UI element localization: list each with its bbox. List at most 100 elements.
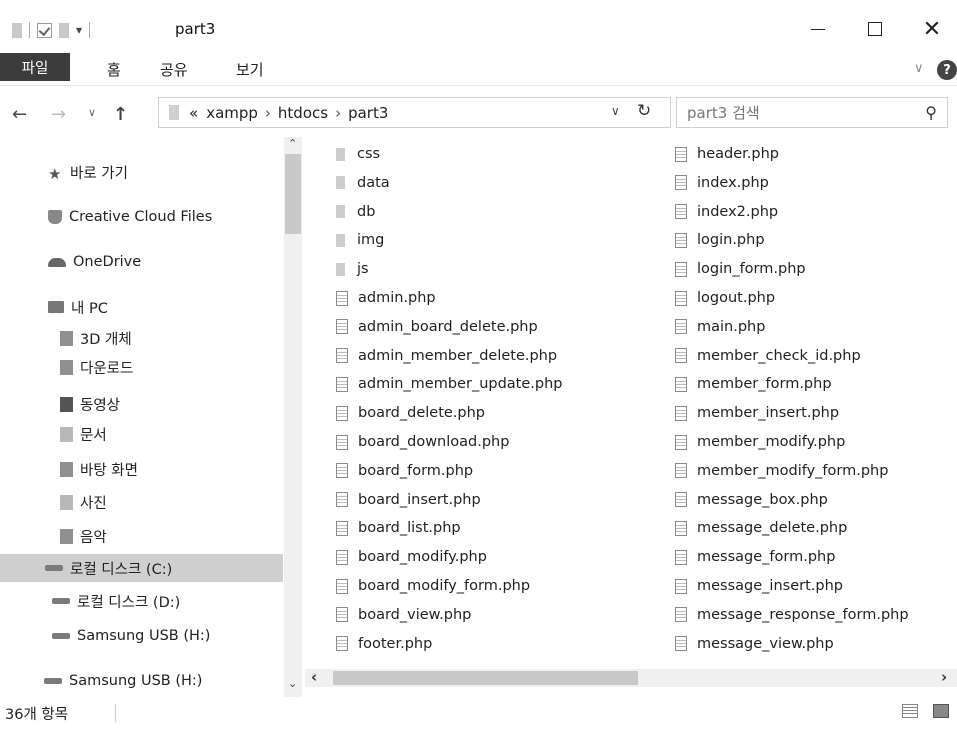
folder-item[interactable]: data	[336, 169, 390, 197]
file-item[interactable]: board_modify_form.php	[336, 572, 530, 600]
disk-drive-icon	[52, 598, 70, 604]
recent-locations-chevron-icon[interactable]: ∨	[88, 106, 96, 119]
large-icons-view-icon[interactable]	[933, 704, 949, 718]
file-item[interactable]: board_download.php	[336, 428, 509, 456]
breadcrumb-part3[interactable]: part3	[348, 104, 388, 122]
nav-item-creative-cloud[interactable]: Creative Cloud Files	[48, 203, 212, 231]
document-icon	[675, 578, 687, 594]
close-button[interactable]: ✕	[909, 14, 955, 44]
file-item[interactable]: admin_board_delete.php	[336, 313, 538, 341]
file-item[interactable]: admin_member_delete.php	[336, 342, 557, 370]
nav-item-documents[interactable]: 문서	[60, 420, 107, 448]
address-history-dropdown-icon[interactable]: ∨	[611, 104, 620, 118]
nav-item-onedrive[interactable]: OneDrive	[48, 248, 141, 276]
file-item[interactable]: header.php	[675, 140, 779, 168]
nav-item-downloads[interactable]: 다운로드	[60, 353, 133, 381]
scroll-down-arrow-icon[interactable]: ⌄	[288, 677, 297, 690]
expand-ribbon-chevron-icon[interactable]: ∨	[914, 61, 924, 76]
file-item[interactable]: board_delete.php	[336, 399, 485, 427]
file-item[interactable]: message_response_form.php	[675, 601, 909, 629]
breadcrumb-overflow[interactable]: «	[189, 104, 198, 122]
file-item[interactable]: member_check_id.php	[675, 342, 861, 370]
title-bar: ▾ part3 ✕	[0, 0, 957, 60]
scrollbar-thumb[interactable]	[333, 671, 638, 685]
nav-item-quick-access[interactable]: ★ 바로 가기	[48, 158, 128, 186]
file-item[interactable]: main.php	[675, 313, 765, 341]
nav-item-usb-root[interactable]: Samsung USB (H:)	[44, 667, 202, 695]
breadcrumb-xampp[interactable]: xampp	[206, 104, 258, 122]
file-item[interactable]: member_form.php	[675, 370, 832, 398]
scroll-up-arrow-icon[interactable]: ⌃	[288, 137, 297, 150]
customize-toolbar-dropdown-icon[interactable]: ▾	[76, 23, 82, 37]
minimize-button[interactable]	[795, 14, 841, 44]
tab-file[interactable]: 파일	[0, 53, 70, 81]
folder-item[interactable]: img	[336, 226, 384, 254]
details-view-icon[interactable]	[902, 704, 918, 718]
file-item[interactable]: board_insert.php	[336, 486, 481, 514]
file-name: message_response_form.php	[697, 606, 909, 623]
nav-item-music[interactable]: 음악	[60, 522, 107, 550]
forward-arrow-icon[interactable]: →	[51, 104, 66, 125]
file-item[interactable]: board_list.php	[336, 514, 461, 542]
properties-checkbox-icon[interactable]	[37, 22, 52, 38]
folder-item[interactable]: css	[336, 140, 380, 168]
scrollbar-thumb[interactable]	[285, 154, 301, 234]
file-item[interactable]: message_box.php	[675, 486, 828, 514]
file-item[interactable]: board_view.php	[336, 601, 471, 629]
breadcrumb-separator-icon[interactable]: ›	[265, 104, 271, 122]
file-item[interactable]: logout.php	[675, 284, 775, 312]
file-name: admin_board_delete.php	[358, 318, 538, 335]
nav-item-3d-objects[interactable]: 3D 개체	[60, 324, 132, 352]
file-item[interactable]: message_insert.php	[675, 572, 843, 600]
nav-item-local-disk-d[interactable]: 로컬 디스크 (D:)	[52, 587, 180, 615]
file-item[interactable]: login.php	[675, 226, 765, 254]
up-arrow-icon[interactable]: ↑	[113, 104, 128, 125]
document-icon	[336, 607, 348, 623]
file-item[interactable]: member_modify_form.php	[675, 457, 888, 485]
file-item[interactable]: footer.php	[336, 630, 432, 658]
file-item[interactable]: member_modify.php	[675, 428, 845, 456]
document-icon	[336, 636, 348, 652]
file-item[interactable]: board_form.php	[336, 457, 473, 485]
file-item[interactable]: board_modify.php	[336, 543, 487, 571]
nav-item-videos[interactable]: 동영상	[60, 390, 120, 418]
breadcrumb-htdocs[interactable]: htdocs	[278, 104, 328, 122]
file-item[interactable]: message_form.php	[675, 543, 835, 571]
nav-item-desktop[interactable]: 바탕 화면	[60, 455, 138, 483]
file-item[interactable]: index2.php	[675, 198, 778, 226]
file-item[interactable]: index.php	[675, 169, 769, 197]
search-input[interactable]: part3 검색 ⚲	[676, 97, 948, 128]
nav-item-label: 바탕 화면	[80, 462, 138, 479]
file-item[interactable]: message_view.php	[675, 630, 834, 658]
horizontal-scrollbar[interactable]: ‹ ›	[305, 668, 957, 687]
back-arrow-icon[interactable]: ←	[12, 104, 27, 125]
tab-share[interactable]: 공유	[160, 53, 188, 86]
nav-pane-scrollbar[interactable]: ⌃ ⌄	[284, 137, 302, 697]
file-name: css	[357, 146, 381, 162]
address-bar[interactable]: « xampp › htdocs › part3 ∨ ↻	[158, 97, 671, 128]
document-icon	[675, 146, 687, 162]
file-item[interactable]: login_form.php	[675, 255, 806, 283]
search-icon[interactable]: ⚲	[925, 103, 937, 122]
nav-item-local-disk-c[interactable]: 로컬 디스크 (C:)	[0, 554, 283, 582]
file-item[interactable]: admin.php	[336, 284, 436, 312]
breadcrumb-separator-icon[interactable]: ›	[335, 104, 341, 122]
new-folder-icon[interactable]	[59, 22, 69, 38]
navigation-pane: ★ 바로 가기 Creative Cloud Files OneDrive 내 …	[0, 137, 283, 697]
folder-item[interactable]: js	[336, 255, 369, 283]
document-icon	[675, 261, 687, 277]
scroll-right-arrow-icon[interactable]: ›	[941, 668, 947, 686]
file-item[interactable]: message_delete.php	[675, 514, 847, 542]
folder-item[interactable]: db	[336, 198, 375, 226]
tab-view[interactable]: 보기	[236, 53, 264, 86]
nav-item-pictures[interactable]: 사진	[60, 488, 107, 516]
nav-item-usb-drive[interactable]: Samsung USB (H:)	[52, 622, 210, 650]
file-item[interactable]: admin_member_update.php	[336, 370, 563, 398]
help-icon[interactable]: ?	[937, 60, 957, 80]
tab-home[interactable]: 홈	[107, 53, 121, 86]
file-item[interactable]: member_insert.php	[675, 399, 839, 427]
scroll-left-arrow-icon[interactable]: ‹	[311, 668, 317, 686]
refresh-icon[interactable]: ↻	[637, 101, 651, 121]
maximize-button[interactable]	[852, 14, 898, 44]
nav-item-this-pc[interactable]: 내 PC	[48, 293, 108, 321]
